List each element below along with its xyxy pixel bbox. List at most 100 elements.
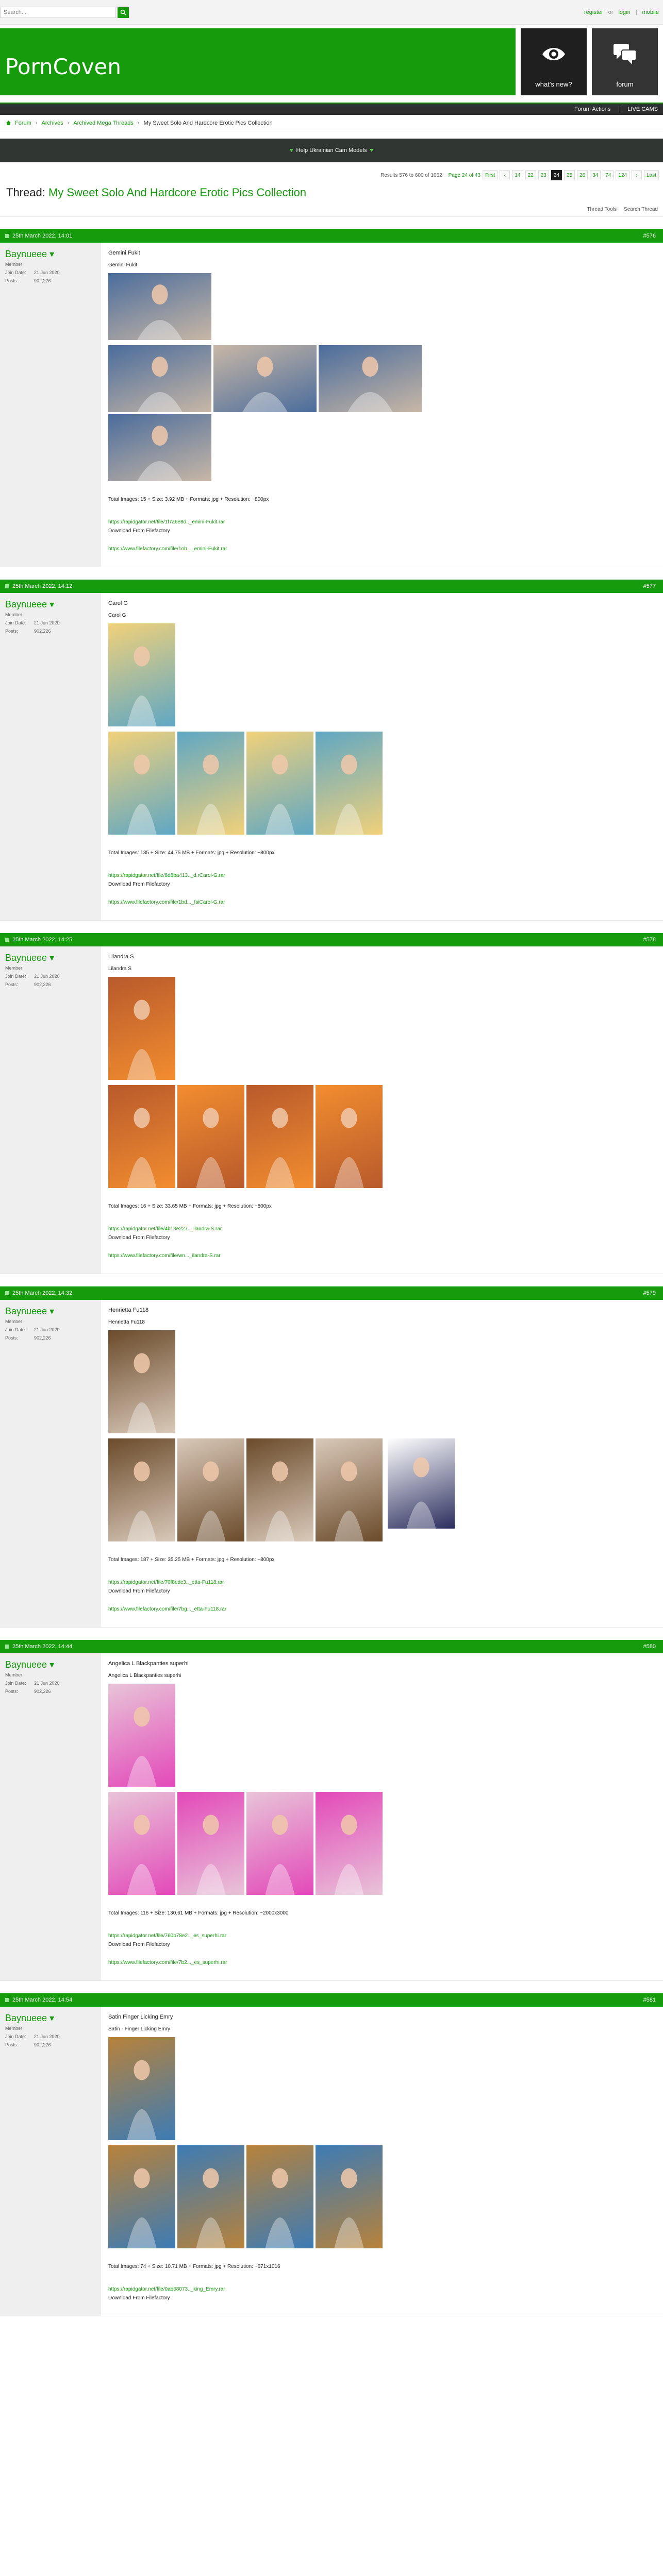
post-date: 25th March 2022, 14:01 (5, 233, 72, 239)
post-thumbnail[interactable] (108, 1085, 175, 1188)
post-thumbnail[interactable] (108, 273, 211, 340)
home-icon[interactable] (6, 121, 11, 125)
post-thumbnail[interactable] (108, 1330, 175, 1433)
post-thumbnail[interactable] (108, 414, 211, 481)
photo-icon (127, 2060, 157, 2140)
next-page-button[interactable]: › (632, 170, 642, 180)
page-of-menu[interactable]: Page 24 of 43 (449, 173, 480, 178)
rapidgator-link[interactable]: https://rapidgator.net/file/760b78e2.._e… (108, 1931, 657, 1940)
post-thumbnail[interactable] (177, 732, 244, 835)
post-thumbnail[interactable] (246, 1792, 313, 1895)
join-date-row: Join Date: 21 Jun 2020 (5, 974, 96, 979)
chevron-right-icon: › (35, 120, 38, 126)
login-link[interactable]: login (618, 9, 630, 15)
filefactory-link[interactable]: https://www.filefactory.com/file/1bd..._… (108, 898, 657, 907)
posts-count-row: Posts: 902,226 (5, 278, 96, 283)
post-thumbnail[interactable] (213, 345, 317, 412)
username-link[interactable]: Baynueee ▾ (5, 599, 96, 610)
post-thumbnail[interactable] (246, 732, 313, 835)
mobile-link[interactable]: mobile (642, 9, 659, 15)
page-number-button[interactable]: 14 (512, 170, 523, 180)
rapidgator-link[interactable]: https://rapidgator.net/file/4b13e227.._i… (108, 1225, 657, 1233)
username-link[interactable]: Baynueee ▾ (5, 2013, 96, 2024)
filefactory-link[interactable]: https://www.filefactory.com/file/7b2..._… (108, 1958, 657, 1967)
page-number-button[interactable]: 22 (525, 170, 536, 180)
page-number-button[interactable]: 74 (603, 170, 614, 180)
post-number[interactable]: #578 (643, 937, 656, 943)
download-links: https://rapidgator.net/file/0ab68073.._k… (108, 2285, 657, 2302)
post-thumbnail[interactable] (108, 1438, 175, 1541)
notice-banner[interactable]: ♥ Help Ukrainian Cam Models ♥ (0, 139, 663, 162)
thread-tools-menu[interactable]: Thread Tools (587, 207, 617, 212)
post-thumbnail[interactable] (108, 732, 175, 835)
post-thumbnail[interactable] (316, 732, 383, 835)
post-number[interactable]: #579 (643, 1290, 656, 1296)
page-number-button[interactable]: 124 (616, 170, 630, 180)
post-thumbnail[interactable] (108, 623, 175, 726)
username-link[interactable]: Baynueee ▾ (5, 1659, 96, 1670)
post-header: 25th March 2022, 14:32 #579 (0, 1286, 663, 1300)
breadcrumb-archived-mega-threads[interactable]: Archived Mega Threads (73, 120, 134, 126)
post-thumbnail[interactable] (108, 2037, 175, 2140)
post-thumbnail[interactable] (108, 1792, 175, 1895)
rapidgator-link[interactable]: https://rapidgator.net/file/0ab68073.._k… (108, 2285, 657, 2294)
thumbnail-grid (108, 1792, 657, 1895)
post-thumbnail[interactable] (316, 1085, 383, 1188)
post-thumbnail[interactable] (108, 1684, 175, 1787)
post-thumbnail[interactable] (108, 345, 211, 412)
post-thumbnail[interactable] (177, 1085, 244, 1188)
filefactory-link[interactable]: https://www.filefactory.com/file/7bg..._… (108, 1605, 657, 1614)
notice-text: Help Ukrainian Cam Models (296, 147, 367, 154)
post-number[interactable]: #577 (643, 583, 656, 589)
username-link[interactable]: Baynueee ▾ (5, 1306, 96, 1317)
post-thumbnail[interactable] (388, 1438, 455, 1529)
post-thumbnail[interactable] (246, 1085, 313, 1188)
post-thumbnail[interactable] (177, 1792, 244, 1895)
rapidgator-link[interactable]: https://rapidgator.net/file/70f8edc3.._e… (108, 1578, 657, 1587)
join-date-label: Join Date: (5, 974, 26, 979)
forum-actions-menu[interactable]: Forum Actions (574, 106, 610, 112)
page-number-button[interactable]: 34 (590, 170, 601, 180)
join-date-row: Join Date: 21 Jun 2020 (5, 620, 96, 625)
post-thumbnail[interactable] (319, 345, 422, 412)
post-thumbnail[interactable] (316, 1438, 383, 1541)
page-number-button[interactable]: 23 (538, 170, 549, 180)
rapidgator-link[interactable]: https://rapidgator.net/file/1f7a6e8d.._e… (108, 518, 657, 527)
whats-new-button[interactable]: what's new? (521, 28, 587, 95)
live-cams-link[interactable]: LIVE CAMS (627, 106, 658, 112)
last-page-button[interactable]: Last (644, 170, 659, 180)
post-thumbnail[interactable] (246, 2145, 313, 2248)
prev-page-button[interactable]: ‹ (500, 170, 510, 180)
post-thumbnail[interactable] (246, 1438, 313, 1541)
register-link[interactable]: register (584, 9, 603, 15)
username-link[interactable]: Baynueee ▾ (5, 953, 96, 963)
page-number-button[interactable]: 25 (563, 170, 575, 180)
rapidgator-link[interactable]: https://rapidgator.net/file/8d8ba413.._d… (108, 871, 657, 880)
post-thumbnail[interactable] (177, 1438, 244, 1541)
breadcrumb-archives[interactable]: Archives (41, 120, 63, 126)
first-page-button[interactable]: First (482, 170, 498, 180)
post-number[interactable]: #576 (643, 233, 656, 239)
post-thumbnail[interactable] (316, 1792, 383, 1895)
page-number-button[interactable]: 24 (551, 170, 562, 180)
breadcrumb-forum[interactable]: Forum (15, 120, 31, 126)
post-number[interactable]: #581 (643, 1997, 656, 2003)
filefactory-link[interactable]: https://www.filefactory.com/file/1ob..._… (108, 545, 657, 553)
filefactory-link[interactable]: https://www.filefactory.com/file/wn..._i… (108, 1251, 657, 1260)
username-link[interactable]: Baynueee ▾ (5, 249, 96, 260)
search-thread-menu[interactable]: Search Thread (624, 207, 658, 212)
thread-name[interactable]: My Sweet Solo And Hardcore Erotic Pics C… (48, 186, 306, 199)
photo-icon (196, 1461, 226, 1541)
post-thumbnail[interactable] (108, 2145, 175, 2248)
post-thumbnail[interactable] (177, 2145, 244, 2248)
search-button[interactable] (118, 7, 129, 18)
forum-button[interactable]: forum (592, 28, 658, 95)
logo[interactable]: PornCoven (0, 28, 516, 95)
post-number[interactable]: #580 (643, 1643, 656, 1650)
page-number-button[interactable]: 26 (577, 170, 588, 180)
search-input[interactable] (0, 7, 116, 18)
post-subtitle: Henrietta Fu118 (108, 1319, 145, 1325)
photo-icon (127, 1815, 157, 1895)
post-thumbnail[interactable] (316, 2145, 383, 2248)
post-thumbnail[interactable] (108, 977, 175, 1080)
